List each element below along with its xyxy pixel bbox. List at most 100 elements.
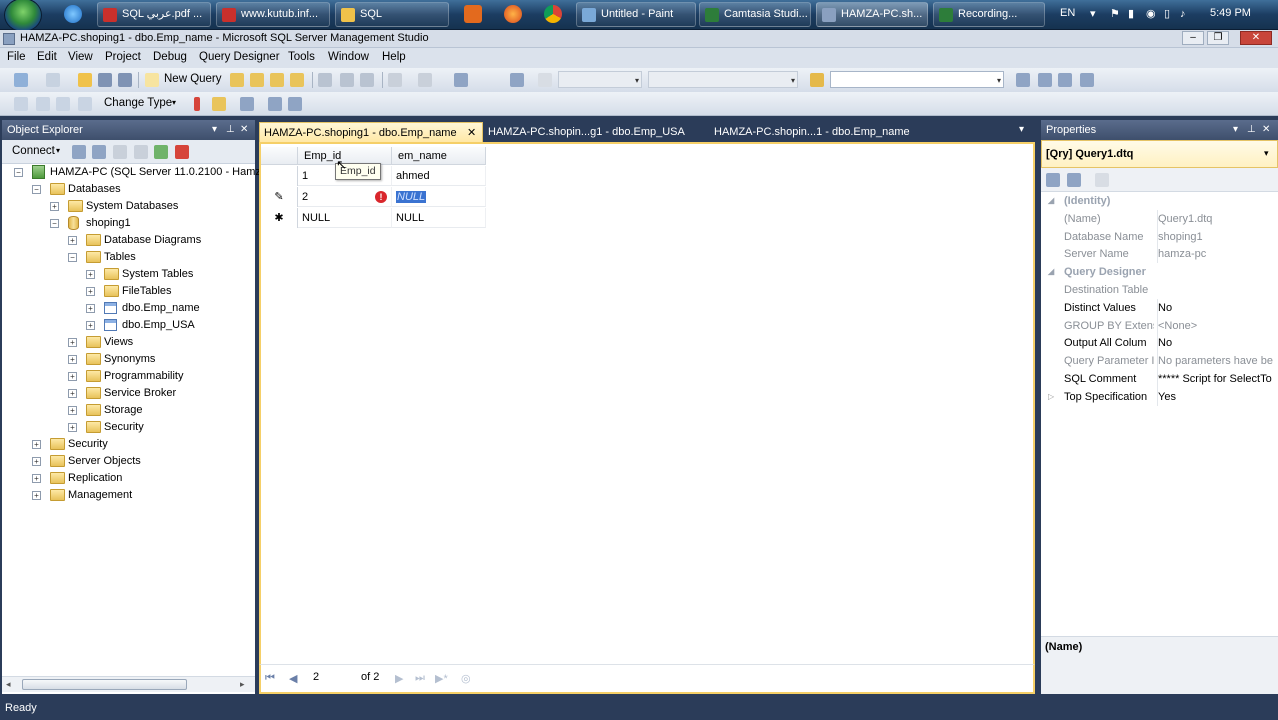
expand-icon[interactable]: ▷ [1048,388,1054,406]
restore-button[interactable]: ❐ [1207,31,1229,45]
collapse-icon[interactable] [175,145,189,159]
platform-select[interactable]: ▾ [648,71,798,88]
close-icon[interactable]: ✕ [240,120,248,140]
tree-node[interactable]: + Security [32,436,254,453]
new-query-icon[interactable] [145,73,159,87]
add-item-icon[interactable] [46,73,60,87]
cell-em-name[interactable]: ahmed [392,166,486,186]
collapse-icon[interactable]: − [50,219,59,228]
start-button[interactable] [4,0,42,32]
menu-project[interactable]: Project [105,51,141,63]
tree-node[interactable]: + Synonyms [68,351,254,368]
pin-icon[interactable]: ⊥ [226,120,235,140]
tree-node[interactable]: + Programmability [68,368,254,385]
expand-icon[interactable]: + [68,338,77,347]
menu-help[interactable]: Help [382,51,406,63]
record-icon[interactable]: ◉ [1146,8,1158,20]
tree-node[interactable]: + Service Broker [68,385,254,402]
property-value[interactable]: shoping1 [1157,227,1275,246]
tree-node[interactable]: + Storage [68,402,254,419]
menu-file[interactable]: File [7,51,26,63]
tab-dropdown-icon[interactable]: ▾ [1019,124,1024,135]
taskbar-button-kutub[interactable]: www.kutub.inf... [216,2,330,27]
property-row[interactable]: ▷ Top Specification Yes [1041,387,1278,406]
tree-node[interactable]: + dbo.Emp_USA [86,317,254,334]
taskbar-button-ssms[interactable]: HAMZA-PC.sh... [816,2,928,27]
expand-icon[interactable]: + [86,270,95,279]
expand-icon[interactable]: + [68,406,77,415]
cut-icon[interactable] [318,73,332,87]
property-row[interactable]: Query Parameter I No parameters have be [1041,352,1278,371]
criteria-pane-icon[interactable] [36,97,50,111]
column-header-em-name[interactable]: em_name [392,147,486,165]
menu-tools[interactable]: Tools [288,51,315,63]
expand-icon[interactable]: + [50,202,59,211]
alphabetical-icon[interactable] [1067,173,1081,187]
cell-emp-id[interactable]: NULL [298,208,392,228]
chevron-down-icon[interactable]: ▾ [56,146,60,155]
tree-node[interactable]: + Security [68,419,254,436]
menu-edit[interactable]: Edit [37,51,57,63]
redo-icon[interactable] [418,73,432,87]
clock[interactable]: 5:49 PM [1210,7,1251,19]
add-derived-table-icon[interactable] [288,97,302,111]
internet-explorer-icon[interactable] [64,5,82,23]
save-icon[interactable] [98,73,112,87]
last-record-icon[interactable]: ⏭ [415,672,425,685]
flag-icon[interactable]: ⚑ [1110,8,1122,20]
db-query-icon[interactable] [250,73,264,87]
language-indicator[interactable]: EN [1060,7,1075,19]
media-player-icon[interactable] [464,5,482,23]
taskbar-button-camtasia[interactable]: Camtasia Studi... [699,2,811,27]
tree-node[interactable]: − Databases [32,181,254,198]
db-query-icon[interactable] [290,73,304,87]
navigate-icon[interactable] [454,73,468,87]
tree-node[interactable]: + System Databases [50,198,254,215]
debug-icon[interactable] [510,73,524,87]
property-value[interactable]: No [1157,298,1275,317]
expand-icon[interactable]: + [68,423,77,432]
cell-emp-id[interactable]: 2 ! [298,187,392,207]
property-value[interactable]: Yes [1157,387,1275,406]
property-category[interactable]: ◢ (Identity) [1041,192,1278,210]
results-pane-icon[interactable] [78,97,92,111]
dropdown-icon[interactable]: ▾ [212,120,217,140]
close-icon[interactable]: ✕ [467,123,476,143]
paste-icon[interactable] [360,73,374,87]
find-input[interactable]: ▾ [830,71,1004,88]
group-by-icon[interactable] [240,97,254,111]
network-icon[interactable]: ▮ [1128,8,1140,20]
stop-icon[interactable]: ◎ [461,672,471,685]
cell-em-name[interactable]: NULL [392,208,486,228]
menu-query-designer[interactable]: Query Designer [199,51,280,63]
dropdown-icon[interactable]: ▾ [1233,120,1238,140]
property-pages-icon[interactable] [1095,173,1109,187]
collapse-icon[interactable]: − [14,168,23,177]
expand-icon[interactable]: + [32,491,41,500]
property-value[interactable]: Query1.dtq [1157,209,1275,228]
execute-sql-icon[interactable] [194,97,200,111]
tree-node[interactable]: + Views [68,334,254,351]
property-value[interactable]: ***** Script for SelectTo [1157,370,1275,388]
first-record-icon[interactable]: ⏮ [265,672,275,685]
taskbar-button-pdf[interactable]: SQL عربي.pdf ... [97,2,211,27]
expand-icon[interactable]: + [86,304,95,313]
taskbar-button-paint[interactable]: Untitled - Paint [576,2,696,27]
expand-icon[interactable]: + [32,474,41,483]
menu-view[interactable]: View [68,51,93,63]
expand-icon[interactable]: + [32,440,41,449]
tree-node[interactable]: − HAMZA-PC (SQL Server 11.0.2100 - Hamz [14,164,261,181]
expand-icon[interactable]: + [68,355,77,364]
filter-icon[interactable] [134,145,148,159]
undo-icon[interactable] [388,73,402,87]
solution-config-select[interactable]: ▾ [558,71,642,88]
firefox-icon[interactable] [504,5,522,23]
property-row[interactable]: Distinct Values No [1041,298,1278,317]
property-row[interactable]: Server Name hamza-pc [1041,245,1278,264]
diagram-pane-icon[interactable] [14,97,28,111]
row-header-new[interactable]: ✱ [261,208,298,228]
chevron-down-icon[interactable]: ▾ [1090,8,1102,20]
property-row[interactable]: (Name) Query1.dtq [1041,209,1278,228]
new-query-button[interactable]: New Query [164,73,222,85]
expand-icon[interactable]: + [32,457,41,466]
